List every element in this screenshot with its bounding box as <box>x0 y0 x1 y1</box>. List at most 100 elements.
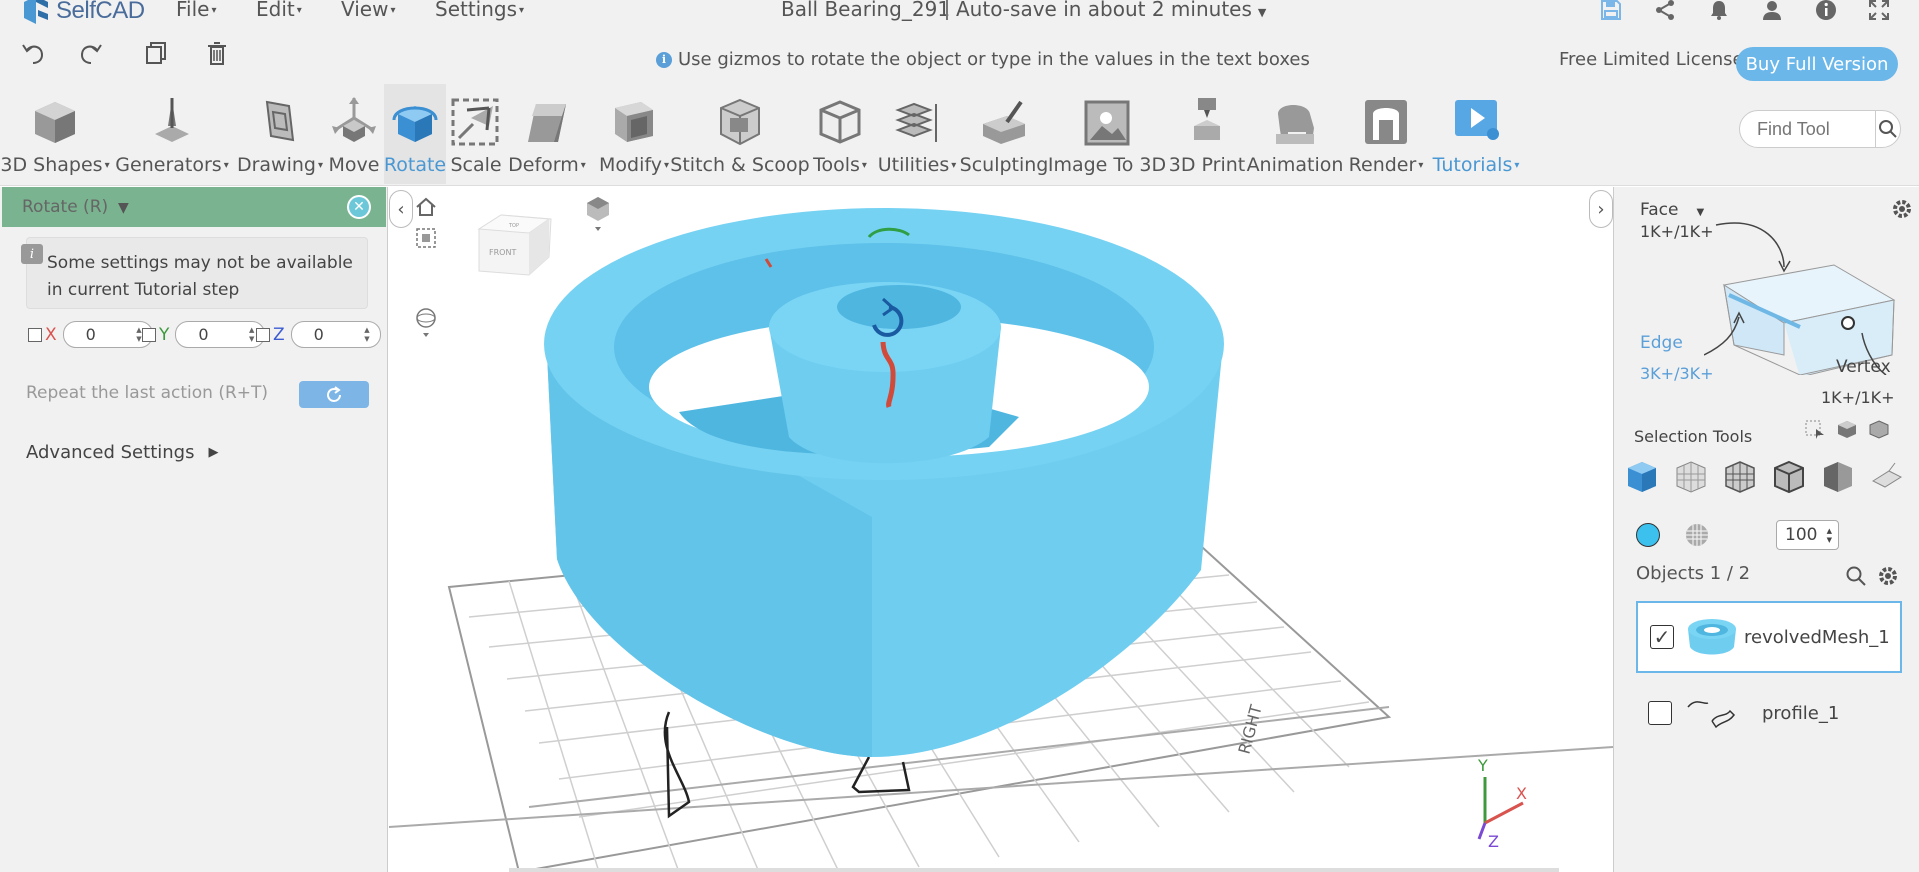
selection-mode-diagram[interactable] <box>1704 205 1904 375</box>
share-icon[interactable] <box>1652 0 1678 22</box>
caret-down-icon: ▼ <box>1257 6 1267 19</box>
select-half-icon[interactable] <box>1820 459 1856 495</box>
tool-scale[interactable]: Scale <box>450 84 502 184</box>
tool-generators[interactable]: Generators ▾ <box>115 84 229 184</box>
select-edge-grid-icon[interactable] <box>1722 459 1758 495</box>
tool-stitch-scoop[interactable]: Stitch & Scoop <box>670 84 810 184</box>
orbit-icon[interactable] <box>415 307 437 343</box>
menu-file[interactable]: File ▾ <box>176 0 217 21</box>
collapse-left-panel-button[interactable]: ‹ <box>389 190 413 228</box>
axis-y-input[interactable]: 0 ▲ ▼ <box>175 321 266 348</box>
objects-gear-icon[interactable] <box>1877 565 1899 591</box>
scale-icon <box>451 98 499 146</box>
tool-3d-shapes[interactable]: 3D Shapes ▾ <box>0 84 110 184</box>
tool-tools-label: Tools <box>813 154 860 176</box>
axis-x-input[interactable]: 0 ▲ ▼ <box>62 321 153 348</box>
menu-settings[interactable]: Settings ▾ <box>435 0 524 21</box>
buy-full-version-button[interactable]: Buy Full Version <box>1736 47 1898 81</box>
spinner-icon[interactable]: ▲ ▼ <box>1827 527 1832 545</box>
search-objects-icon[interactable] <box>1845 565 1867 591</box>
tool-tools[interactable]: Tools ▾ <box>808 84 872 184</box>
autosave-dropdown[interactable]: Auto-save in about 2 minutes ▼ <box>956 0 1266 21</box>
document-title[interactable]: Ball Bearing_291 <box>781 0 950 21</box>
tool-animation[interactable]: Animation <box>1247 84 1343 184</box>
triangle-down-icon[interactable]: ▼ <box>118 200 129 216</box>
tool-modify[interactable]: Modify ▾ <box>594 84 674 184</box>
object-checkbox[interactable] <box>1648 701 1672 725</box>
select-face-grid-icon[interactable] <box>1673 459 1709 495</box>
spinner-icon[interactable]: ▲ ▼ <box>249 326 254 344</box>
object-row-revolvedmesh[interactable]: ✓ revolvedMesh_1 <box>1636 601 1902 673</box>
axis-z-input[interactable]: 0 ▲ ▼ <box>290 321 381 348</box>
find-tool-input[interactable] <box>1757 118 1875 140</box>
tool-3d-print[interactable]: 3D Print <box>1168 84 1246 184</box>
repeat-last-action-button[interactable] <box>299 381 369 408</box>
triangle-right-icon: ▶ <box>208 445 219 460</box>
panel-header[interactable]: Rotate (R) ▼ ✕ <box>2 187 386 227</box>
select-whole-icon[interactable] <box>1624 459 1660 495</box>
select-plane-icon[interactable] <box>1869 459 1905 495</box>
tool-drawing[interactable]: Drawing ▾ <box>236 84 324 184</box>
brush-size-input[interactable]: 100 ▲ ▼ <box>1776 520 1839 550</box>
delete-icon[interactable] <box>202 38 234 70</box>
elephant-icon <box>1276 105 1314 144</box>
tool-image-to-3d[interactable]: Image To 3D <box>1048 84 1166 184</box>
fullscreen-icon[interactable] <box>1866 0 1892 22</box>
redo-icon[interactable] <box>76 38 108 70</box>
caret-down-icon: ▾ <box>951 160 957 171</box>
tool-tutorials[interactable]: Tutorials ▾ <box>1432 84 1520 184</box>
tool-render[interactable]: Render ▾ <box>1344 84 1428 184</box>
home-view-icon[interactable] <box>415 197 437 221</box>
undo-icon[interactable] <box>18 38 50 70</box>
brush-row: 100 ▲ ▼ <box>1634 517 1914 553</box>
tool-rotate[interactable]: Rotate <box>384 84 446 184</box>
select-cursor-icon[interactable] <box>1804 419 1826 439</box>
panel-title: Rotate (R) <box>22 197 109 217</box>
mesh-thumbnail-icon <box>1688 619 1736 655</box>
tool-utilities[interactable]: Utilities ▾ <box>876 84 958 184</box>
3d-viewport[interactable]: RIGHT TOP FRONT Y X Z ‹ › <box>389 187 1613 872</box>
close-panel-button[interactable]: ✕ <box>347 195 371 219</box>
spinner-icon[interactable]: ▲ ▼ <box>364 326 369 344</box>
tool-deform[interactable]: Deform ▾ <box>506 84 588 184</box>
object-row-profile[interactable]: profile_1 <box>1636 677 1902 749</box>
logo-text: SelfCAD <box>56 0 145 24</box>
collapse-right-panel-button[interactable]: › <box>1589 190 1613 228</box>
save-icon[interactable] <box>1598 0 1624 22</box>
zoom-fit-icon[interactable] <box>415 227 437 253</box>
face-mode-dropdown[interactable]: Face ▼ <box>1640 200 1704 220</box>
select-object-icon[interactable] <box>1836 419 1858 439</box>
axis-y-checkbox[interactable] <box>142 327 156 342</box>
duplicate-icon[interactable] <box>141 38 173 70</box>
tool-sculpting[interactable]: Sculpting <box>959 84 1049 184</box>
tool-sculpting-label: Sculpting <box>959 154 1049 176</box>
perspective-icon[interactable] <box>585 195 611 239</box>
axis-x-checkbox[interactable] <box>28 327 42 342</box>
bell-icon[interactable] <box>1706 0 1732 22</box>
tool-deform-label: Deform <box>508 154 579 176</box>
advanced-settings-toggle[interactable]: Advanced Settings ▶ <box>26 442 218 463</box>
brush-sphere-icon[interactable] <box>1684 522 1710 548</box>
menu-edit[interactable]: Edit ▾ <box>256 0 302 21</box>
tool-tutorials-label: Tutorials <box>1432 154 1513 176</box>
edge-count: 3K+/3K+ <box>1640 364 1714 383</box>
select-vertex-icon[interactable] <box>1771 459 1807 495</box>
axis-z-label: Z <box>273 324 285 345</box>
user-icon[interactable] <box>1759 0 1785 22</box>
viewport-scrollbar[interactable] <box>509 868 1559 872</box>
select-volume-icon[interactable] <box>1868 419 1890 439</box>
tool-move[interactable]: Move <box>326 84 382 184</box>
axis-z-checkbox[interactable] <box>256 327 270 342</box>
caret-down-icon: ▼ <box>1696 207 1705 218</box>
view-cube-front-label: FRONT <box>489 248 516 257</box>
caret-down-icon: ▾ <box>296 5 302 16</box>
help-icon[interactable] <box>1813 0 1839 22</box>
object-checkbox[interactable]: ✓ <box>1650 625 1674 649</box>
brush-circle-icon[interactable] <box>1636 523 1660 547</box>
spinner-icon[interactable]: ▲ ▼ <box>136 326 141 344</box>
axis-z-group: Z 0 ▲ ▼ <box>256 321 381 348</box>
scene-canvas[interactable]: RIGHT TOP FRONT Y X Z <box>389 187 1613 872</box>
search-icon[interactable] <box>1875 110 1900 148</box>
menu-view[interactable]: View ▾ <box>341 0 396 21</box>
view-cube[interactable]: TOP FRONT <box>477 214 552 276</box>
